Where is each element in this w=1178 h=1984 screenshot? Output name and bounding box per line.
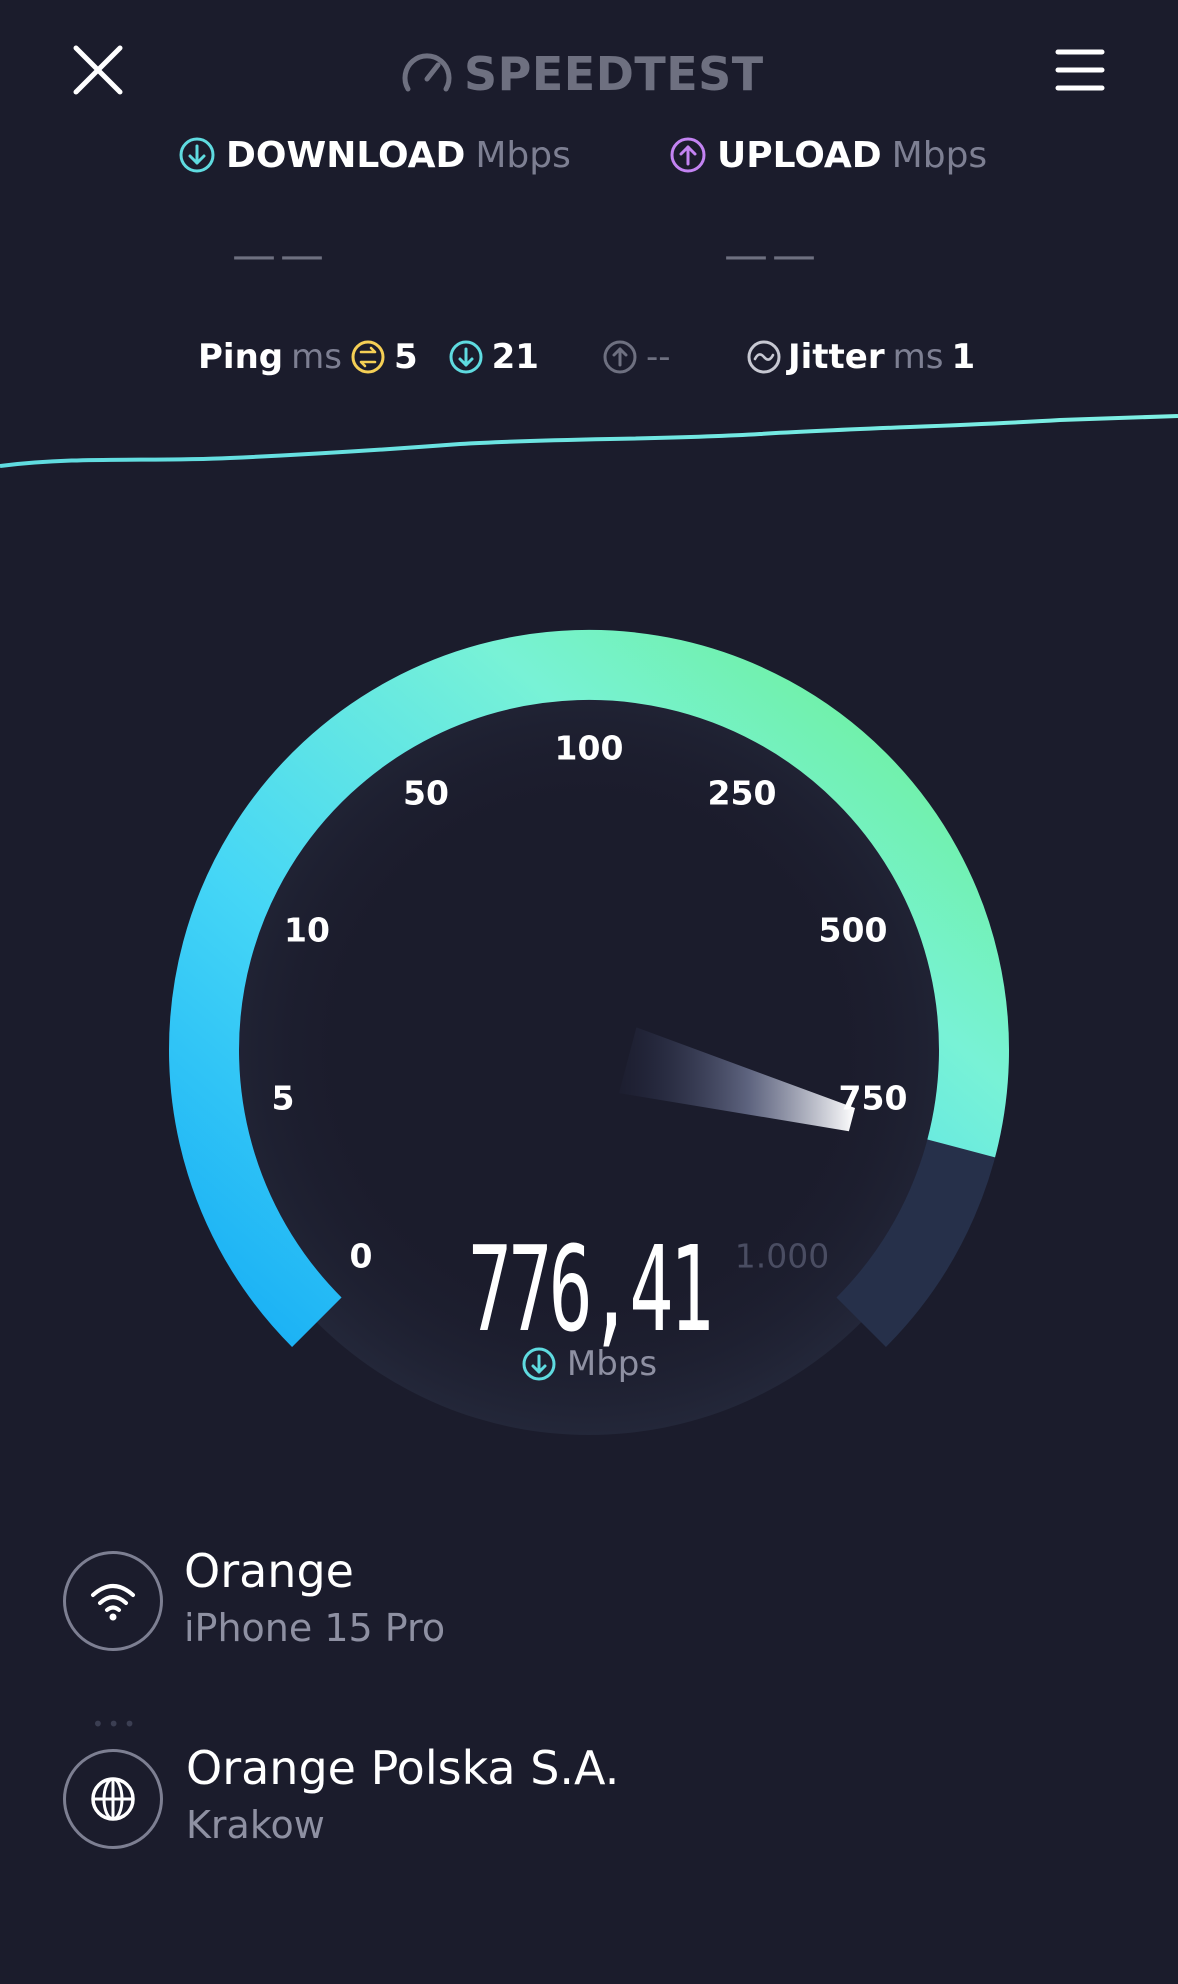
- upload-header: UPLOAD Mbps: [669, 130, 987, 180]
- ping-download-value: 21: [491, 337, 539, 377]
- globe-icon: [91, 1777, 135, 1821]
- ping-group: Ping ms 5 21: [198, 332, 539, 382]
- upload-value: ——: [724, 230, 820, 281]
- current-speed-value: 776,41: [468, 1220, 714, 1358]
- jitter-icon: [747, 340, 781, 374]
- idle-ping-icon: [351, 340, 385, 374]
- device-name: iPhone 15 Pro: [184, 1606, 446, 1650]
- download-header: DOWNLOAD Mbps: [178, 130, 571, 180]
- gauge-tick-label: 250: [707, 773, 777, 813]
- server-name: Orange Polska S.A.: [186, 1741, 620, 1795]
- download-label: DOWNLOAD: [226, 134, 466, 176]
- ping-unit: ms: [291, 337, 342, 377]
- gauge-tick-label: 50: [403, 773, 449, 813]
- download-value: ——: [232, 230, 328, 281]
- jitter-unit: ms: [892, 337, 944, 377]
- jitter-label: Jitter: [788, 337, 885, 377]
- download-unit: Mbps: [475, 134, 571, 176]
- connector-dots: •••: [92, 1712, 140, 1736]
- jitter-group: Jitter ms 1: [746, 332, 975, 382]
- gauge-tick-label: 10: [284, 910, 330, 950]
- ping-upload-value: --: [646, 337, 671, 377]
- hamburger-menu-icon: [1055, 49, 1105, 91]
- provider-name: Orange: [184, 1544, 354, 1598]
- server-button[interactable]: [63, 1749, 163, 1849]
- download-arrow-icon: [179, 137, 215, 173]
- gauge-tick-label: 500: [818, 910, 888, 950]
- download-ping-icon: [449, 340, 483, 374]
- gauge-tick-label: 750: [838, 1078, 908, 1118]
- brand-logo: SPEEDTEST: [400, 42, 764, 106]
- current-speed-unit: Mbps: [566, 1344, 658, 1384]
- speed-gauge: [169, 629, 1009, 1435]
- upload-ping-icon: [603, 340, 637, 374]
- ping-idle-value: 5: [393, 337, 418, 377]
- gauge-tick-label: 5: [271, 1078, 295, 1118]
- upload-ping-group: --: [602, 332, 671, 382]
- jitter-value: 1: [951, 337, 976, 377]
- ping-label: Ping: [198, 337, 284, 377]
- gauge-needle: [619, 1027, 855, 1132]
- speedometer-icon: [402, 53, 452, 92]
- close-icon: [73, 45, 123, 95]
- wifi-icon: [91, 1584, 135, 1621]
- current-speed-unit-row: Mbps: [0, 1344, 1178, 1384]
- upload-arrow-icon: [670, 137, 706, 173]
- server-city: Krakow: [186, 1803, 325, 1847]
- speed-trace-line: [0, 414, 1178, 468]
- close-button[interactable]: [66, 38, 130, 102]
- menu-button[interactable]: [1052, 42, 1108, 98]
- gauge-tick-label: 100: [554, 728, 624, 768]
- upload-label: UPLOAD: [717, 134, 882, 176]
- download-arrow-icon: [522, 1347, 556, 1381]
- provider-button[interactable]: [63, 1551, 163, 1651]
- upload-unit: Mbps: [891, 134, 988, 176]
- brand-name: SPEEDTEST: [464, 47, 764, 101]
